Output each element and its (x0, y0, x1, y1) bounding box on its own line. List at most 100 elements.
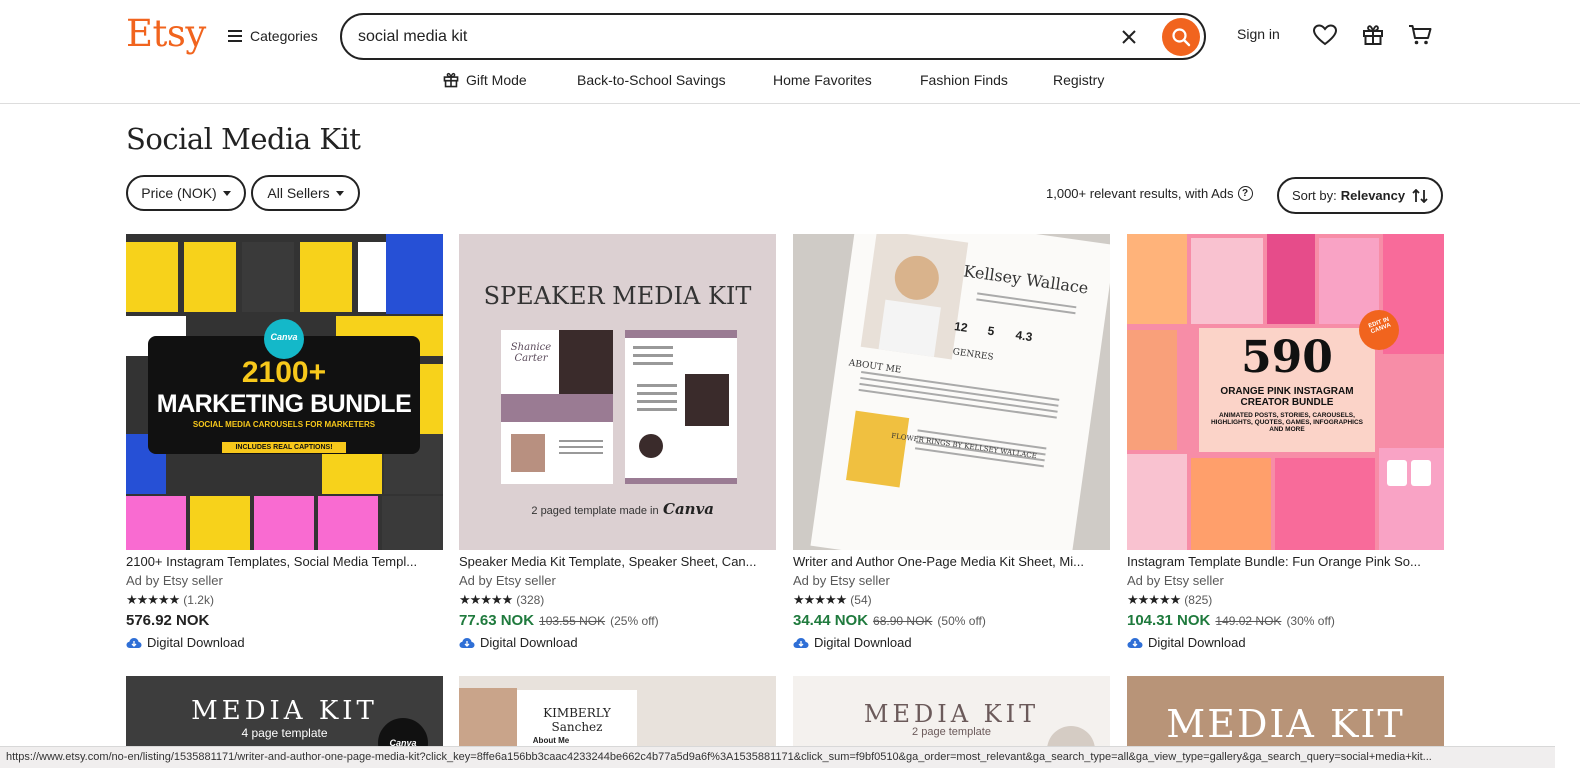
sort-value: Relevancy (1340, 188, 1406, 203)
gift-icon (443, 72, 459, 88)
nav-back-to-school[interactable]: Back-to-School Savings (577, 72, 726, 88)
nav-gift-mode[interactable]: Gift Mode (443, 72, 527, 88)
review-count: (825) (1184, 593, 1213, 607)
thumb-line3: SOCIAL MEDIA CAROUSELS FOR MARKETERS (192, 420, 376, 429)
search-button[interactable] (1162, 18, 1200, 56)
listing-title[interactable]: 2100+ Instagram Templates, Social Media … (126, 554, 443, 572)
thumb-badge: Canva (270, 332, 298, 342)
heart-icon[interactable] (1312, 22, 1338, 48)
search-input[interactable] (358, 26, 1118, 48)
thumb-stat1: 12 (953, 319, 969, 335)
cloud-download-icon (126, 637, 142, 648)
thumb-line2: ORANGE PINK INSTAGRAM CREATOR BUNDLE (1220, 386, 1354, 408)
download-label: Digital Download (814, 635, 912, 650)
listing-image[interactable]: MEDIA KIT 4 page template Canva (126, 676, 443, 756)
close-icon[interactable] (1118, 26, 1140, 48)
thumb-line4: INCLUDES REAL CAPTIONS! (222, 442, 346, 453)
listing-card[interactable]: Canva 2100+ MARKETING BUNDLE SOCIAL MEDI… (126, 234, 443, 650)
listing-card[interactable]: SPEAKER MEDIA KIT Shanice Carter 2 paged… (459, 234, 776, 650)
listing-image[interactable]: KIMBERLY Sanchez About Me (459, 676, 776, 756)
ad-label: Ad by Etsy seller (459, 573, 556, 588)
thumb-headline: 2100+ (241, 356, 327, 389)
cloud-download-icon (793, 637, 809, 648)
original-price: 68.90 NOK (873, 614, 933, 628)
help-icon[interactable]: ? (1237, 186, 1253, 201)
discount: (30% off) (1286, 614, 1335, 628)
etsy-logo[interactable]: Etsy (126, 12, 206, 55)
listing-image[interactable]: SPEAKER MEDIA KIT Shanice Carter 2 paged… (459, 234, 776, 550)
ad-label: Ad by Etsy seller (1127, 573, 1224, 588)
cart-icon[interactable] (1407, 22, 1433, 48)
download-label: Digital Download (480, 635, 578, 650)
review-count: (54) (850, 593, 872, 607)
digital-download: Digital Download (1127, 635, 1444, 650)
sort-button[interactable]: Sort by: Relevancy (1277, 177, 1443, 214)
listing-image[interactable]: Canva 2100+ MARKETING BUNDLE SOCIAL MEDI… (126, 234, 443, 550)
listing-image[interactable]: MEDIA KIT (1127, 676, 1444, 756)
filter-label: All Sellers (267, 185, 330, 201)
hamburger-icon (228, 30, 242, 42)
star-rating-icon: ★★★★★ (126, 592, 180, 607)
cloud-download-icon (459, 637, 475, 648)
results-text: 1,000+ relevant results, with Ads (1046, 186, 1234, 201)
rating: ★★★★★ (328) (459, 591, 776, 609)
thumb-stat2: 5 (986, 323, 996, 339)
price: 576.92 NOK (126, 612, 210, 629)
star-rating-icon: ★★★★★ (1127, 592, 1181, 607)
original-price: 149.02 NOK (1215, 614, 1282, 628)
categories-label: Categories (250, 28, 318, 44)
thumb-headline: SPEAKER MEDIA KIT (483, 282, 752, 310)
price-filter-button[interactable]: Price (NOK) (126, 175, 246, 211)
rating: ★★★★★ (825) (1127, 591, 1444, 609)
rating: ★★★★★ (54) (793, 591, 1110, 609)
listing-title[interactable]: Instagram Template Bundle: Fun Orange Pi… (1127, 554, 1444, 572)
listing-image[interactable]: MEDIA KIT 2 page template (793, 676, 1110, 756)
cloud-download-icon (1127, 637, 1143, 648)
gift-icon[interactable] (1360, 22, 1386, 48)
sort-arrows-icon (1412, 188, 1428, 203)
review-count: (328) (516, 593, 545, 607)
caret-down-icon (335, 190, 344, 196)
sign-in-link[interactable]: Sign in (1237, 26, 1280, 42)
caret-down-icon (222, 190, 231, 196)
original-price: 103.55 NOK (539, 614, 606, 628)
thumb-headline: MEDIA KIT (863, 700, 1040, 728)
listing-image[interactable]: Kellsey Wallace 12 5 4.3 GENRES ABOUT ME… (793, 234, 1110, 550)
categories-button[interactable]: Categories (228, 22, 318, 50)
digital-download: Digital Download (793, 635, 1110, 650)
price: 34.44 NOK (793, 612, 869, 629)
price-row: 34.44 NOK 68.90 NOK (50% off) (793, 612, 1110, 632)
page-title: Social Media Kit (126, 122, 361, 156)
listing-card[interactable]: Kellsey Wallace 12 5 4.3 GENRES ABOUT ME… (793, 234, 1110, 650)
discount: (25% off) (610, 614, 659, 628)
ad-label: Ad by Etsy seller (793, 573, 890, 588)
thumb-brand: Canva (663, 500, 714, 518)
thumb-headline: MEDIA KIT (1166, 702, 1405, 746)
thumb-footer: 2 paged template made in (531, 505, 659, 517)
thumb-line3: ANIMATED POSTS, STORIES, CAROUSELS, HIGH… (1210, 412, 1364, 433)
nav-home-favorites[interactable]: Home Favorites (773, 72, 872, 88)
digital-download: Digital Download (126, 635, 443, 650)
listing-image[interactable]: 590 ORANGE PINK INSTAGRAM CREATOR BUNDLE… (1127, 234, 1444, 550)
thumb-headline: 590 (1241, 332, 1333, 383)
sort-prefix: Sort by: (1291, 188, 1337, 203)
rating: ★★★★★ (1.2k) (126, 591, 443, 609)
digital-download: Digital Download (459, 635, 776, 650)
top-nav: Gift Mode Back-to-School Savings Home Fa… (0, 70, 1580, 94)
ad-label: Ad by Etsy seller (126, 573, 223, 588)
nav-registry[interactable]: Registry (1053, 72, 1104, 88)
listing-card[interactable]: 590 ORANGE PINK INSTAGRAM CREATOR BUNDLE… (1127, 234, 1444, 650)
site-header: Etsy Categories Sign in Gift Mode Back-t… (0, 0, 1580, 104)
thumb-line2: MARKETING BUNDLE (156, 390, 412, 418)
sellers-filter-button[interactable]: All Sellers (251, 175, 360, 211)
star-rating-icon: ★★★★★ (793, 592, 847, 607)
listing-title[interactable]: Writer and Author One-Page Media Kit She… (793, 554, 1110, 572)
price-row: 104.31 NOK 149.02 NOK (30% off) (1127, 612, 1444, 632)
nav-fashion-finds[interactable]: Fashion Finds (920, 72, 1008, 88)
filter-label: Price (NOK) (141, 185, 217, 201)
price-row: 77.63 NOK 103.55 NOK (25% off) (459, 612, 776, 632)
listing-title[interactable]: Speaker Media Kit Template, Speaker Shee… (459, 554, 776, 572)
review-count: (1.2k) (183, 593, 214, 607)
search-bar (340, 13, 1206, 60)
price-row: 576.92 NOK (126, 612, 443, 632)
